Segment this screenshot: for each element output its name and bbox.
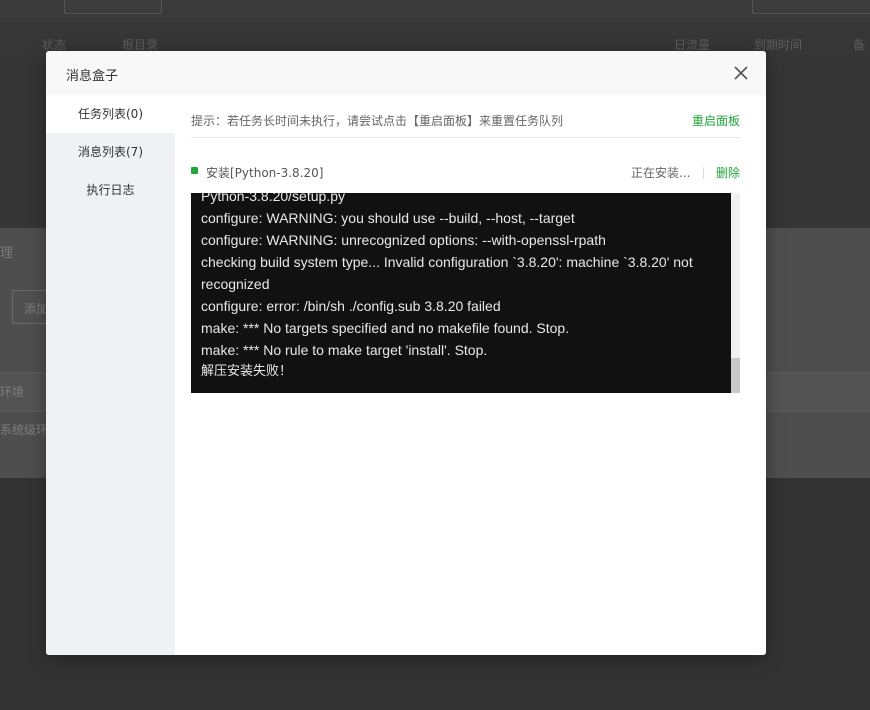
console-line: checking build system type... Invalid co… (201, 254, 693, 292)
install-log-console[interactable]: Python-3.8.20/setup.py configure: WARNIN… (191, 193, 731, 393)
console-line: make: *** No rule to make target 'instal… (201, 342, 488, 358)
bg-topbar (0, 0, 870, 22)
console-line: configure: WARNING: you should use --bui… (201, 210, 575, 226)
console-line: Python-3.8.20/setup.py (201, 193, 345, 204)
status-dot-icon (191, 167, 198, 174)
bg-top-search (752, 0, 870, 14)
dialog-title: 消息盒子 (66, 69, 119, 84)
console-result-line: 解压安装失败！ (201, 364, 293, 379)
task-status: 正在安装... (631, 166, 691, 180)
console-scrollbar[interactable] (731, 193, 740, 393)
console-lines: Python-3.8.20/setup.py configure: WARNIN… (201, 193, 711, 383)
sidebar-item-message-list[interactable]: 消息列表(7) (46, 133, 175, 171)
sidebar-item-task-list[interactable]: 任务列表(0) (46, 95, 175, 133)
console-line: make: *** No targets specified and no ma… (201, 320, 570, 336)
delete-task-link[interactable]: 删除 (716, 164, 740, 181)
dialog-sidebar: 任务列表(0) 消息列表(7) 执行日志 (46, 95, 175, 655)
tip-text: 提示：若任务长时间未执行，请尝试点击【重启面板】来重置任务队列 (191, 114, 564, 128)
console-scrollbar-thumb[interactable] (731, 358, 740, 393)
dialog-header: 消息盒子 (46, 51, 766, 96)
sidebar-item-exec-log[interactable]: 执行日志 (46, 171, 175, 209)
console-line: configure: error: /bin/sh ./config.sub 3… (201, 298, 501, 314)
bg-row-label: 系统级环 (0, 423, 49, 437)
message-box-dialog: 消息盒子 任务列表(0) 消息列表(7) 执行日志 提示：若任务长时间未执行，请… (46, 51, 766, 655)
close-icon (734, 66, 748, 80)
close-button[interactable] (732, 64, 750, 82)
bg-col-note: 备 (853, 38, 866, 52)
restart-panel-link[interactable]: 重启面板 (692, 112, 740, 129)
bg-add-label: 添加 (24, 302, 49, 316)
divider (703, 167, 704, 179)
task-list-panel: 提示：若任务长时间未执行，请尝试点击【重启面板】来重置任务队列 重启面板 安装[… (175, 95, 766, 655)
task-name: 安装[Python-3.8.20] (206, 166, 324, 180)
divider (191, 137, 740, 138)
bg-panel-title: 理 (0, 246, 14, 261)
console-line: configure: WARNING: unrecognized options… (201, 232, 606, 248)
bg-row-label: 环境 (0, 385, 25, 399)
bg-top-select (64, 0, 162, 14)
